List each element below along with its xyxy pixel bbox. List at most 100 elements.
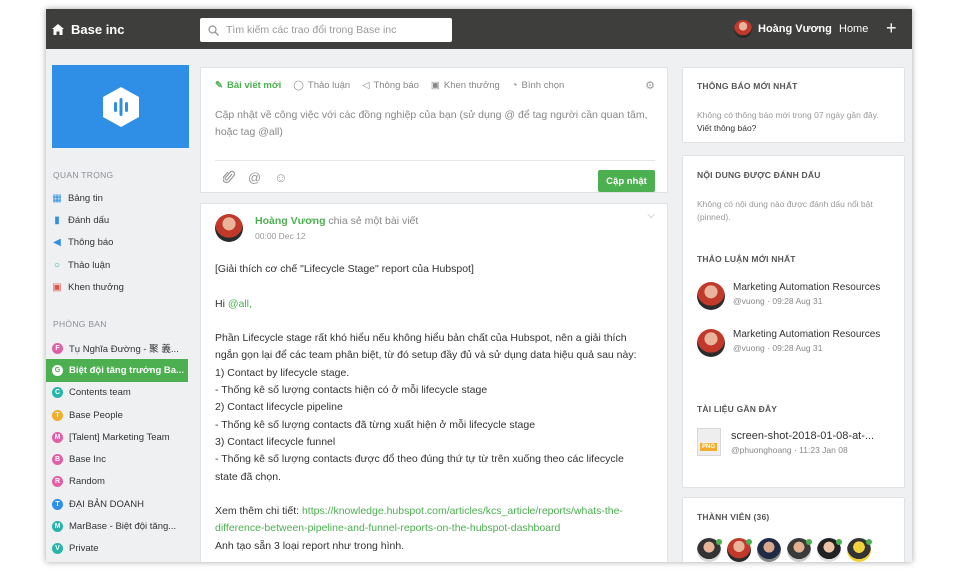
document-meta: @phuonghoang · 11:23 Jan 08	[731, 444, 848, 455]
app-window: Base inc Hoàng Vương Home + QUAN TRỌNG ▦…	[46, 9, 912, 562]
tab-poll[interactable]: ◔ Bình chọn	[512, 80, 565, 91]
top-bar: Base inc Hoàng Vương Home +	[46, 9, 912, 49]
tab-label: Bài viết mới	[226, 80, 282, 91]
post-timestamp: 00:00 Dec 12	[255, 231, 306, 241]
gear-icon[interactable]: ⚙	[645, 79, 655, 92]
composer-textarea[interactable]: Cập nhật về công việc với các đồng nghiệ…	[215, 107, 655, 141]
recent-document[interactable]: PNG screen-shot-2018-01-08-at-... @phuon…	[697, 428, 874, 456]
plus-icon[interactable]: +	[886, 18, 897, 38]
sidebar-group-item[interactable]: R Random	[46, 471, 196, 493]
mention-all[interactable]: @all,	[228, 298, 252, 310]
post-body-line: Anh tạo sẵn 3 loại report như trong hình…	[215, 539, 405, 552]
group-logo[interactable]	[52, 65, 189, 148]
document-name[interactable]: screen-shot-2018-01-08-at-...	[731, 430, 874, 442]
file-type-badge: PNG	[700, 443, 718, 451]
important-section-title: QUAN TRỌNG	[53, 170, 114, 180]
latest-announcements-panel: THÔNG BÁO MỚI NHẤT Không có thông báo mớ…	[682, 67, 905, 143]
groups-nav: F Tụ Nghĩa Đường - 聚 義... G Biệt đội tăng …	[46, 337, 196, 560]
tab-label: Thảo luận	[307, 80, 351, 91]
sidebar-group-item[interactable]: V Private	[46, 538, 196, 560]
tab-announcement[interactable]: ◁ Thông báo	[362, 80, 419, 91]
panel-title: NỘI DUNG ĐƯỢC ĐÁNH DẤU	[697, 170, 821, 180]
sidebar-item-label: [Talent] Marketing Team	[69, 431, 170, 443]
gift-icon: ▣	[430, 80, 440, 91]
important-nav: ▦ Bảng tin ▮ Đánh dấu ◀ Thông báo ○ Thảo luậ…	[46, 187, 196, 298]
sidebar-item-announcements[interactable]: ◀ Thông báo	[46, 232, 196, 254]
write-announcement-link[interactable]: Viết thông báo?	[697, 123, 756, 133]
greeting-text: Hi	[215, 297, 225, 310]
search-box[interactable]	[200, 18, 452, 42]
post-body-line: - Thống kê số lượng contacts đã từng xuấ…	[215, 418, 536, 431]
user-menu[interactable]: Hoàng Vương	[734, 9, 832, 49]
group-letter-badge: R	[52, 476, 63, 488]
composer-tabs: ✎ Bài viết mới ◯ Thảo luận ◁ Thông báo ▣ Khe…	[215, 80, 564, 91]
author-avatar[interactable]	[215, 214, 243, 242]
attachment-icon[interactable]	[223, 170, 235, 184]
sidebar-group-item[interactable]: B Base Inc	[46, 448, 196, 470]
mention-icon[interactable]: @	[248, 170, 261, 185]
group-letter-badge: M	[52, 431, 63, 443]
sidebar-item-rewards[interactable]: ▣ Khen thưởng	[46, 276, 196, 298]
discussion-title[interactable]: Marketing Automation Resources	[733, 282, 880, 293]
group-letter-badge: T	[52, 498, 63, 510]
empty-message: Không có thông báo mới trong 07 ngày gần…	[697, 110, 879, 120]
discussion-meta: @vuong · 09:28 Aug 31	[733, 343, 823, 353]
sidebar-group-item[interactable]: C Contents team	[46, 382, 196, 404]
chevron-down-icon[interactable]: ⌵	[647, 210, 655, 221]
grid-icon: ▦	[52, 192, 62, 204]
sidebar-item-label: Base Inc	[69, 454, 106, 466]
post-action: chia sẻ một bài viết	[328, 215, 419, 227]
sidebar-item-label: Thông báo	[68, 237, 114, 249]
discussion-title[interactable]: Marketing Automation Resources	[733, 329, 880, 340]
member-avatar[interactable]	[817, 538, 842, 562]
emoji-icon[interactable]: ☺	[274, 170, 287, 185]
tab-reward[interactable]: ▣ Khen thưởng	[431, 80, 500, 91]
empty-message: Không có nội dung nào được đánh dấu nổi …	[697, 199, 873, 222]
brand-name: Base inc	[71, 21, 125, 37]
discussion-meta: @vuong · 09:28 Aug 31	[733, 296, 823, 306]
group-letter-badge: V	[52, 543, 63, 555]
post-body-line: 3) Contact lifecycle funnel	[215, 435, 336, 448]
sidebar-group-item[interactable]: M [Talent] Marketing Team	[46, 426, 196, 448]
member-avatar[interactable]	[697, 538, 722, 562]
discussion-item[interactable]: Marketing Automation Resources @vuong · …	[697, 329, 880, 357]
post-body-line: ngắn gọn lại để các team phân biệt, từ đ…	[215, 349, 637, 362]
sidebar-group-item-active[interactable]: G Biệt đội tăng trưởng Ba...	[46, 359, 188, 382]
members-panel: THÀNH VIÊN (36)	[682, 497, 905, 562]
sidebar-item-label: Random	[69, 476, 105, 488]
sidebar-group-item[interactable]: M MarBase - Biệt đội tăng...	[46, 515, 196, 537]
member-avatars	[697, 538, 872, 562]
member-avatar[interactable]	[787, 538, 812, 562]
sidebar-group-item[interactable]: T Base People	[46, 404, 196, 426]
post-body-line: state đã chọn.	[215, 470, 281, 483]
author-name[interactable]: Hoàng Vương	[255, 215, 325, 227]
search-input[interactable]	[226, 24, 436, 36]
sidebar-item-newsfeed[interactable]: ▦ Bảng tin	[46, 187, 196, 209]
sidebar-item-bookmarks[interactable]: ▮ Đánh dấu	[46, 209, 196, 231]
hubspot-link[interactable]: https://knowledge.hubspot.com/articles/k…	[302, 505, 623, 517]
home-icon	[52, 23, 64, 35]
member-avatar[interactable]	[757, 538, 781, 562]
bookmark-icon: ▮	[54, 214, 60, 226]
submit-update-button[interactable]: Cập nhật	[598, 170, 655, 192]
home-link[interactable]: Home	[839, 23, 868, 35]
member-avatar[interactable]	[847, 538, 872, 562]
post-body-line: - Thống kê số lượng contacts được đổ the…	[215, 453, 624, 466]
post-body-line: 1) Contact by lifecycle stage.	[215, 366, 350, 379]
tab-discussion[interactable]: ◯ Thảo luận	[293, 80, 350, 91]
discussion-item[interactable]: Marketing Automation Resources @vuong · …	[697, 282, 880, 310]
edit-icon: ✎	[215, 80, 223, 91]
sidebar-item-discussions[interactable]: ○ Thảo luận	[46, 254, 196, 276]
tab-label: Bình chọn	[521, 80, 565, 91]
member-avatar[interactable]	[727, 538, 752, 562]
post-body-line: 2) Contact lifecycle pipeline	[215, 401, 343, 414]
tab-new-post[interactable]: ✎ Bài viết mới	[215, 80, 281, 91]
chat-bubble-icon: ◯	[293, 80, 304, 91]
brand-home-link[interactable]: Base inc	[52, 9, 124, 49]
hubspot-link-continued[interactable]: difference-between-pipeline-and-funnel-r…	[215, 520, 655, 537]
group-letter-badge: C	[52, 387, 63, 399]
sidebar-group-item[interactable]: F Tụ Nghĩa Đường - 聚 義...	[46, 337, 196, 359]
more-prefix: Xem thêm chi tiết:	[215, 505, 300, 518]
sidebar-group-item[interactable]: T ĐẠI BẢN DOANH	[46, 493, 196, 515]
post-body-line: Phần Lifecycle stage rất khó hiểu nếu kh…	[215, 332, 627, 345]
